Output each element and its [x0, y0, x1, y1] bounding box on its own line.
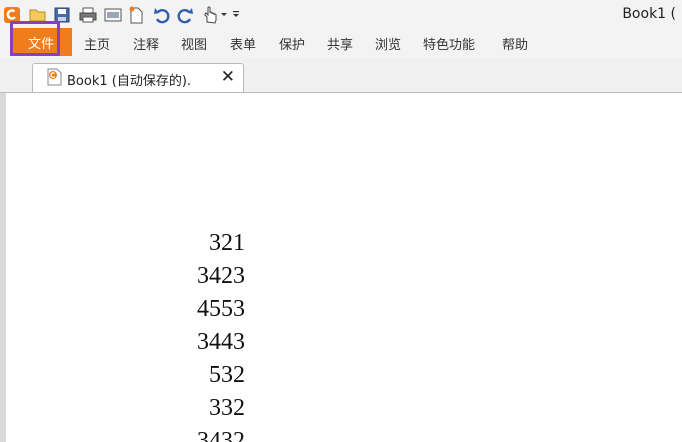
foxit-logo-icon[interactable]	[2, 5, 22, 25]
list-item: 3423	[197, 263, 245, 289]
pdf-editor-window: Book1 ( 文件 主页 注释 视图 表单 保护 共享 浏览 特色功能 帮助 …	[0, 0, 682, 442]
save-icon[interactable]	[52, 5, 72, 25]
ribbon-menu-bar: 文件 主页 注释 视图 表单 保护 共享 浏览 特色功能 帮助	[0, 28, 682, 58]
list-item: 321	[209, 230, 245, 256]
open-folder-icon[interactable]	[28, 5, 48, 25]
number-list: 321 3423 4553 3443 532 332 3432	[156, 227, 245, 442]
list-item: 3432	[197, 428, 245, 442]
hand-tool-icon[interactable]	[200, 5, 220, 25]
redo-icon[interactable]	[175, 5, 195, 25]
undo-icon[interactable]	[152, 5, 172, 25]
menu-comment[interactable]: 注释	[133, 34, 159, 53]
pdf-page: 321 3423 4553 3443 532 332 3432	[6, 93, 682, 442]
menu-features[interactable]: 特色功能	[423, 34, 475, 53]
scan-icon[interactable]	[103, 5, 123, 25]
document-tab-strip: Book1 (自动保存的). ✕	[0, 58, 682, 93]
menu-view[interactable]: 视图	[181, 34, 207, 53]
menu-file[interactable]: 文件	[10, 28, 72, 56]
quick-access-toolbar: Book1 (	[0, 0, 682, 30]
document-tab[interactable]: Book1 (自动保存的). ✕	[32, 63, 244, 92]
list-item: 3443	[197, 329, 245, 355]
print-icon[interactable]	[78, 5, 98, 25]
list-item: 332	[209, 395, 245, 421]
customize-toolbar-icon[interactable]	[218, 5, 242, 25]
pdf-document-icon	[47, 68, 62, 86]
list-item: 4553	[197, 296, 245, 322]
document-tab-label: Book1 (自动保存的).	[67, 74, 192, 89]
menu-share[interactable]: 共享	[327, 34, 353, 53]
new-document-icon[interactable]	[126, 5, 146, 25]
document-view[interactable]: 321 3423 4553 3443 532 332 3432	[0, 93, 682, 442]
menu-browse[interactable]: 浏览	[375, 34, 401, 53]
menu-home[interactable]: 主页	[84, 34, 110, 53]
window-title: Book1 (	[622, 6, 676, 22]
menu-protect[interactable]: 保护	[279, 34, 305, 53]
menu-form[interactable]: 表单	[230, 34, 256, 53]
list-item: 532	[209, 362, 245, 388]
menu-help[interactable]: 帮助	[502, 34, 528, 53]
close-icon[interactable]: ✕	[221, 66, 235, 88]
